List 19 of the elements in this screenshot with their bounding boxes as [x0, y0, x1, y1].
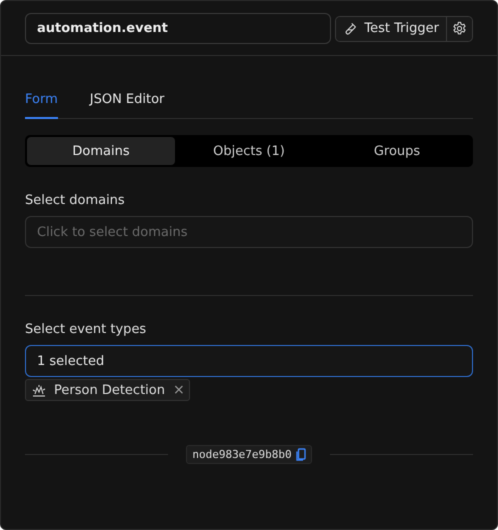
- settings-button[interactable]: [447, 16, 472, 40]
- settings-icon: [452, 21, 467, 36]
- field-label: Select domains: [25, 193, 126, 208]
- segment-tab[interactable]: Objects (1): [175, 137, 323, 165]
- motion-icon: [32, 384, 46, 396]
- segment-tab[interactable]: Domains: [27, 137, 175, 165]
- node-id: node983e7e9b8b0: [192, 448, 292, 461]
- test-tube-icon: [343, 22, 358, 36]
- tab[interactable]: Form: [25, 92, 58, 119]
- name-field[interactable]: automation.event: [25, 13, 332, 44]
- chip-label: Person Detection: [54, 382, 165, 398]
- field-label: Select event types: [25, 322, 148, 337]
- segment-tab[interactable]: Groups: [323, 137, 471, 165]
- remove-button[interactable]: ×: [172, 382, 185, 398]
- domains-select-field[interactable]: Click to select domains: [25, 216, 473, 248]
- tab[interactable]: JSON Editor: [90, 92, 164, 119]
- event-types-select-field[interactable]: 1 selected: [25, 345, 473, 377]
- test-trigger-button[interactable]: Test Trigger: [336, 16, 447, 40]
- copy-icon[interactable]: [296, 448, 306, 461]
